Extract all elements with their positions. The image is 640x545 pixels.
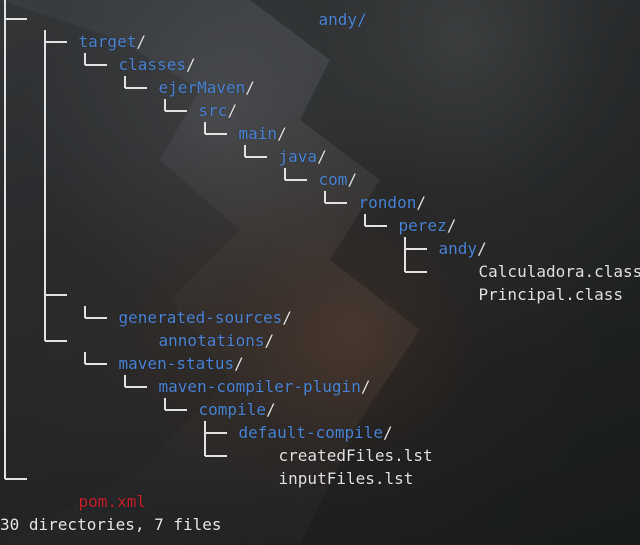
tree-entry-compile: compile/ — [160, 375, 276, 419]
tree-entry-createdfiles-lst: createdFiles.lst — [240, 421, 433, 465]
tree-entry-pom-xml: pom.xml — [40, 467, 146, 511]
entry-name: inputFiles.lst — [278, 469, 414, 488]
tree-entry-ejermaven: ejerMaven/ — [120, 53, 255, 97]
entry-suffix: / — [360, 377, 371, 396]
tree-entry-andy: andy/ — [400, 214, 487, 258]
tree-summary: 30 directories, 7 files — [0, 515, 222, 534]
entry-suffix: / — [282, 308, 292, 327]
entry-suffix: / — [245, 78, 255, 97]
tree-entry-classes: classes/ — [80, 30, 196, 74]
entry-name: Principal.class — [478, 285, 624, 304]
truncated-entry: andy/ — [280, 0, 367, 29]
tree-entry-inputfiles-lst: inputFiles.lst — [240, 444, 414, 488]
tree-entry-rondon: rondon/ — [320, 168, 426, 212]
tree-entry-generated-sources: generated-sources/ — [80, 283, 292, 327]
tree-entry-com: com/ — [280, 145, 358, 189]
tree-entry-annotations: annotations/ — [120, 306, 275, 350]
tree-entry-perez: perez/ — [360, 191, 457, 235]
entry-suffix: / — [264, 331, 275, 350]
truncated-entry-label: andy/ — [318, 10, 367, 29]
terminal-window[interactable]: andy/ target/ classes/ ejerMaven/ src/ m… — [0, 0, 640, 545]
tree-entry-maven-status: maven-status/ — [80, 329, 244, 373]
tree-entry-calculadora-class: Calculadora.class — [440, 237, 640, 281]
tree-entry-java: java/ — [240, 122, 327, 166]
tree-entry-main: main/ — [200, 99, 287, 143]
tree-entry-default-compile: default-compile/ — [200, 398, 393, 442]
tree-entry-target: target/ — [40, 7, 146, 51]
tree-entry-maven-compiler-plugin: maven-compiler-plugin/ — [120, 352, 371, 396]
tree-entry-src: src/ — [160, 76, 238, 120]
tree-entry-principal-class: Principal.class — [440, 260, 624, 304]
entry-name: pom.xml — [78, 492, 146, 511]
